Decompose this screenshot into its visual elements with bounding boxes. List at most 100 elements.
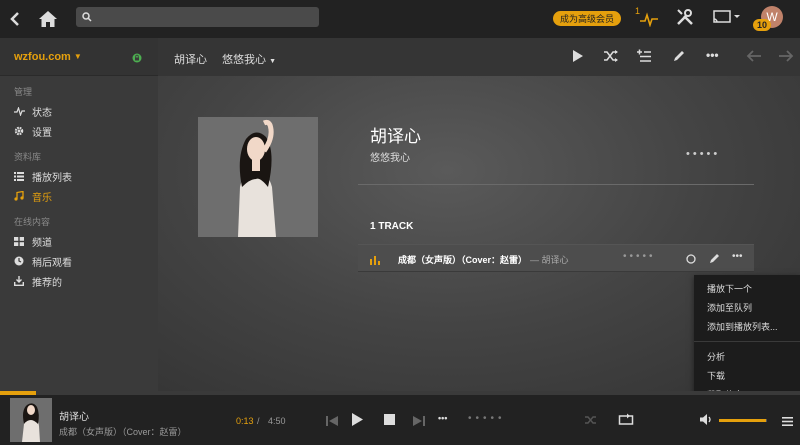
track-more-button[interactable]: ••• (732, 251, 743, 262)
pencil-icon (710, 254, 719, 263)
list-icon (14, 171, 26, 181)
stop-button[interactable] (384, 414, 395, 428)
server-name: wzfou.com (14, 50, 71, 63)
menu-item-download[interactable]: 下载 (694, 366, 800, 385)
ellipsis-icon: ••• (438, 413, 448, 423)
search-input[interactable] (97, 11, 307, 23)
sidebar-item-music[interactable]: 音乐 (0, 186, 158, 206)
nav-back-button[interactable] (746, 49, 762, 66)
album-title: 悠悠我心 (370, 153, 410, 164)
sidebar-item-label: 设置 (32, 127, 52, 139)
back-button[interactable] (0, 0, 30, 38)
play-pause-button[interactable] (351, 412, 364, 430)
breadcrumb-album-label: 悠悠我心 (222, 54, 266, 66)
sidebar-item-label: 音乐 (32, 192, 52, 204)
clock-icon (14, 256, 26, 266)
play-button[interactable] (572, 49, 584, 66)
nav-forward-button[interactable] (778, 49, 794, 66)
shuffle-icon (604, 50, 618, 62)
sidebar-item-label: 频道 (32, 237, 52, 249)
edit-button[interactable] (672, 49, 686, 66)
activity-pulse-icon (640, 12, 658, 27)
shuffle-button[interactable] (603, 49, 619, 66)
top-bar: 成为高级会员 1 W 10 (0, 0, 800, 38)
track-title: 成都（女声版）（Cover：赵雷） (398, 255, 528, 265)
sidebar-item-watch-later[interactable]: 稍后观看 (0, 251, 158, 271)
arrow-left-icon (746, 50, 761, 62)
breadcrumb-artist[interactable]: 胡译心 (174, 51, 207, 67)
home-icon (39, 11, 57, 27)
player-artist[interactable]: 胡译心 (59, 408, 89, 423)
next-track-button[interactable] (413, 415, 425, 429)
caret-down-icon: ▼ (73, 52, 82, 61)
menu-item-analyze[interactable]: 分析 (694, 347, 800, 366)
gear-icon (14, 126, 26, 136)
pencil-icon (674, 51, 684, 61)
context-menu: 播放下一个 添加至队列 添加到播放列表... 分析 下载 获取信息 (694, 275, 800, 409)
caret-down-icon: ▼ (269, 58, 276, 65)
track-rating-dots[interactable]: ••••• (623, 251, 656, 262)
skip-next-icon (413, 416, 425, 426)
search-field[interactable] (76, 7, 319, 27)
queue-add-icon (637, 49, 651, 62)
divider (358, 184, 754, 185)
sidebar-section-title: 资料库 (14, 152, 42, 162)
track-artist[interactable]: — 胡译心 (530, 253, 569, 266)
repeat-button[interactable] (618, 413, 634, 429)
sidebar-item-channels[interactable]: 频道 (0, 231, 158, 251)
player-album-cover[interactable] (10, 398, 52, 442)
add-to-queue-button[interactable] (636, 49, 652, 66)
breadcrumb-album[interactable]: 悠悠我心 ▼ (222, 51, 276, 67)
activity-button[interactable]: 1 (633, 6, 663, 30)
speaker-icon (700, 414, 711, 425)
volume-slider[interactable] (719, 419, 767, 422)
previous-track-button[interactable] (326, 415, 338, 429)
album-cover[interactable] (198, 117, 318, 237)
sidebar-item-recommended[interactable]: 推荐的 (0, 271, 158, 291)
settings-tools-button[interactable] (676, 8, 694, 29)
volume-slider-fill (719, 419, 767, 422)
sidebar-item-status[interactable]: 状态 (0, 101, 158, 121)
menu-item-play-next[interactable]: 播放下一个 (694, 279, 800, 298)
upgrade-button[interactable]: 成为高级会员 (553, 11, 621, 26)
sidebar-item-settings[interactable]: 设置 (0, 121, 158, 141)
sidebar-item-playlists[interactable]: 播放列表 (0, 166, 158, 186)
music-note-icon (14, 191, 26, 201)
wrench-screwdriver-icon (677, 9, 693, 25)
artist-title[interactable]: 胡译心 (370, 122, 421, 147)
pulse-icon (14, 106, 26, 116)
sidebar-item-label: 状态 (32, 107, 52, 119)
time-separator: / (257, 416, 260, 426)
queue-list-icon (782, 417, 793, 426)
more-button[interactable]: ••• (706, 48, 719, 62)
play-queue-button[interactable] (782, 415, 793, 429)
player-more-button[interactable]: ••• (438, 413, 447, 423)
player-track-title[interactable]: 成都（女声版）（Cover：赵雷） (59, 425, 187, 438)
avatar-badge: 10 (753, 19, 771, 31)
shuffle-icon (585, 416, 596, 424)
time-total: 4:50 (268, 416, 286, 426)
circle-icon (686, 254, 696, 264)
track-status-button[interactable] (686, 253, 696, 267)
player-rating-dots[interactable]: ••••• (468, 413, 506, 424)
menu-item-add-to-queue[interactable]: 添加至队列 (694, 298, 800, 317)
sidebar: wzfou.com ▼ 管理 状态 设置 资料库 播放列表 音乐 在线内容 频道… (0, 38, 158, 391)
chevron-left-icon (10, 12, 19, 26)
menu-item-add-to-playlist[interactable]: 添加到播放列表... (694, 317, 800, 336)
table-row[interactable]: 成都（女声版）（Cover：赵雷） — 胡译心 ••••• ••• (358, 244, 754, 272)
repeat-icon (618, 413, 634, 425)
sidebar-item-label: 稍后观看 (32, 257, 72, 269)
arrow-right-icon (779, 50, 794, 62)
home-button[interactable] (30, 0, 66, 38)
player-bar: 胡译心 成都（女声版）（Cover：赵雷） 0:13 / 4:50 ••• ••… (0, 395, 800, 445)
volume-button[interactable] (700, 414, 713, 428)
rating-dots[interactable]: ••••• (686, 148, 720, 160)
stop-icon (384, 414, 395, 425)
cast-button[interactable] (713, 10, 741, 27)
track-edit-button[interactable] (709, 253, 720, 267)
ellipsis-icon: ••• (732, 251, 743, 262)
shuffle-button[interactable] (584, 414, 598, 429)
now-playing-bars-icon (370, 254, 380, 268)
time-current: 0:13 (236, 416, 254, 426)
sidebar-section-title: 在线内容 (14, 217, 51, 227)
